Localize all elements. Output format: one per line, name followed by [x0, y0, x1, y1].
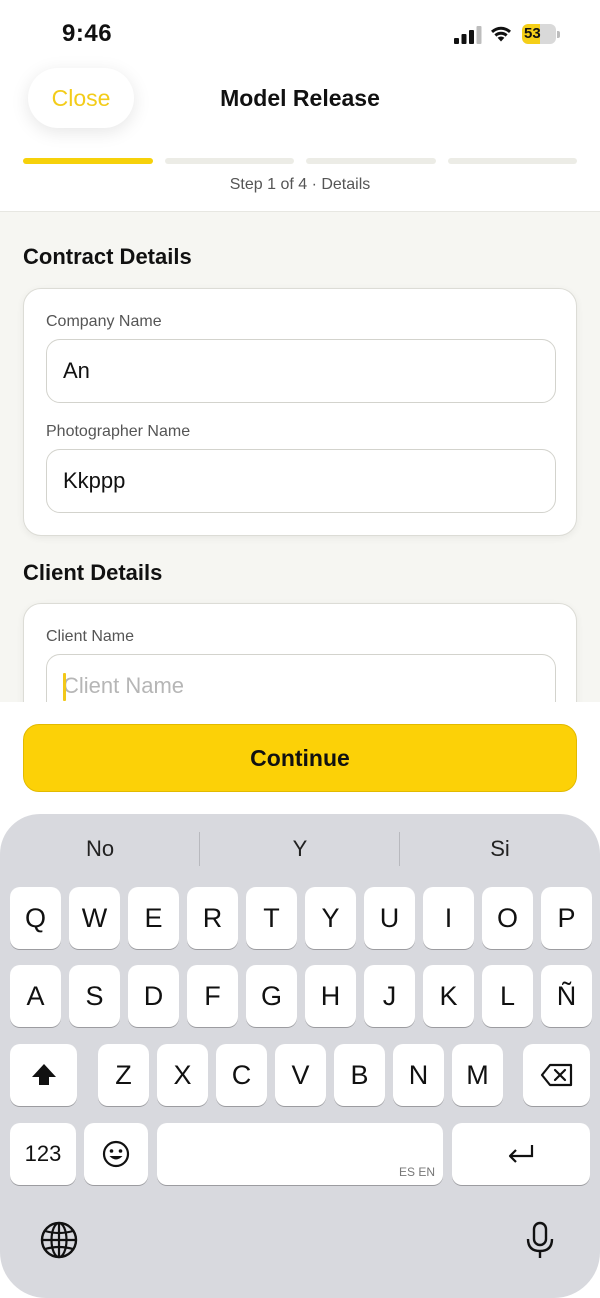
key-n[interactable]: N — [393, 1044, 444, 1106]
action-area: Continue — [0, 702, 600, 814]
suggestion-3[interactable]: Si — [400, 836, 600, 862]
battery-indicator: 53 — [522, 24, 560, 44]
key-z[interactable]: Z — [98, 1044, 149, 1106]
key-d[interactable]: D — [128, 965, 179, 1027]
cellular-signal-icon — [454, 26, 482, 44]
backspace-icon — [540, 1063, 572, 1087]
return-key[interactable] — [452, 1123, 590, 1185]
key-p[interactable]: P — [541, 887, 592, 949]
status-time: 9:46 — [62, 20, 113, 47]
status-bar: 9:46 53 — [0, 0, 600, 60]
key-j[interactable]: J — [364, 965, 415, 1027]
shift-arrow-icon — [31, 1064, 56, 1085]
photographer-name-label: Photographer Name — [46, 423, 191, 440]
key-w[interactable]: W — [69, 887, 120, 949]
client-name-input[interactable]: Client Name — [46, 654, 556, 702]
key-y[interactable]: Y — [305, 887, 356, 949]
continue-button[interactable]: Continue — [23, 724, 577, 792]
progress-segment-4 — [447, 158, 577, 164]
emoji-face-icon — [102, 1140, 130, 1168]
step-progress-bar — [23, 158, 577, 164]
company-name-input[interactable] — [46, 339, 556, 403]
shift-key[interactable] — [10, 1044, 77, 1106]
client-name-placeholder: Client Name — [63, 673, 185, 698]
return-arrow-icon — [508, 1145, 534, 1163]
key-e[interactable]: E — [128, 887, 179, 949]
section-title-contract: Contract Details — [23, 244, 192, 269]
key-t[interactable]: T — [246, 887, 297, 949]
step-label: Step 1 of 4 · Details — [229, 176, 371, 193]
key-c[interactable]: C — [216, 1044, 267, 1106]
battery-level-text: 53 — [524, 25, 541, 42]
suggestion-2[interactable]: Y — [200, 836, 400, 862]
onscreen-keyboard: No Y Si QWERTYUIOP ASDFGHJKLÑ ZXCVBNM 12… — [0, 814, 600, 1298]
space-language-label: ES EN — [398, 1165, 435, 1179]
numbers-key[interactable]: 123 — [10, 1123, 76, 1185]
form-content[interactable]: Contract Details Company Name Photograph… — [0, 212, 600, 702]
company-name-label: Company Name — [46, 313, 162, 330]
key-v[interactable]: V — [275, 1044, 326, 1106]
battery-cap — [557, 31, 560, 38]
contract-details-card: Company Name Photographer Name — [23, 288, 577, 536]
emoji-key[interactable] — [84, 1123, 148, 1185]
microphone-icon[interactable] — [520, 1220, 560, 1260]
key-q[interactable]: Q — [10, 887, 61, 949]
section-title-client: Client Details — [23, 560, 163, 585]
progress-segment-2 — [164, 158, 294, 164]
key-i[interactable]: I — [423, 887, 474, 949]
key-o[interactable]: O — [482, 887, 533, 949]
key-m[interactable]: M — [452, 1044, 503, 1106]
progress-segment-1 — [23, 158, 153, 164]
key-b[interactable]: B — [334, 1044, 385, 1106]
key-h[interactable]: H — [305, 965, 356, 1027]
wifi-icon — [491, 26, 511, 42]
globe-icon[interactable] — [39, 1220, 79, 1260]
key-k[interactable]: K — [423, 965, 474, 1027]
text-caret — [63, 673, 66, 701]
header: Close Model Release Step 1 of 4 · Detail… — [0, 60, 600, 212]
photographer-name-input[interactable] — [46, 449, 556, 513]
key-r[interactable]: R — [187, 887, 238, 949]
key-s[interactable]: S — [69, 965, 120, 1027]
progress-segment-3 — [306, 158, 436, 164]
key-l[interactable]: L — [482, 965, 533, 1027]
key-f[interactable]: F — [187, 965, 238, 1027]
key-a[interactable]: A — [10, 965, 61, 1027]
client-details-card: Client Name Client Name — [23, 603, 577, 702]
keyboard-suggestions: No Y Si — [0, 814, 600, 884]
key-u[interactable]: U — [364, 887, 415, 949]
key-ñ[interactable]: Ñ — [541, 965, 592, 1027]
page-title: Model Release — [220, 85, 380, 111]
suggestion-1[interactable]: No — [0, 836, 200, 862]
key-g[interactable]: G — [246, 965, 297, 1027]
key-x[interactable]: X — [157, 1044, 208, 1106]
space-key[interactable]: ES EN — [157, 1123, 443, 1185]
delete-key[interactable] — [523, 1044, 590, 1106]
battery-body: 53 — [522, 24, 556, 44]
client-name-label: Client Name — [46, 628, 135, 645]
